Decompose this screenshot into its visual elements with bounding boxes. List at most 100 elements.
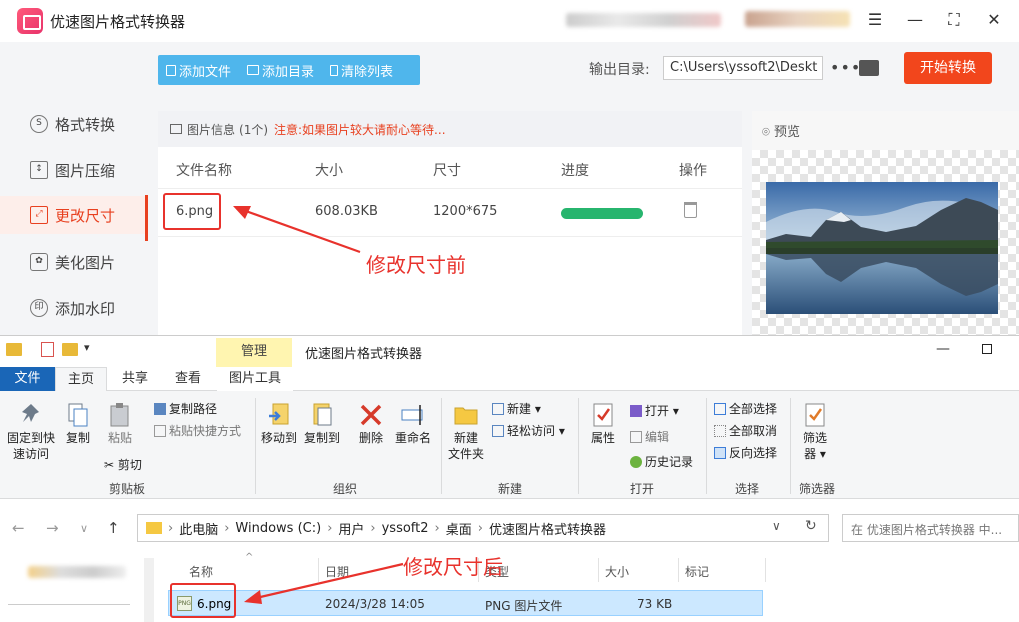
history-button[interactable]: 历史记录 [630,453,693,470]
maximize-icon[interactable] [982,344,992,354]
start-convert-button[interactable]: 开始转换 [904,52,992,84]
sidebar-item-compress[interactable]: ↕ 图片压缩 [0,151,148,189]
delete-icon[interactable] [684,202,697,218]
preview-image [766,182,998,314]
up-icon[interactable]: ↑ [107,519,120,537]
address-dropdown-icon[interactable]: ∨ [772,519,781,533]
copy-path-label: 复制路径 [169,402,218,416]
info-title: 图片信息 [187,122,236,137]
file-dimensions-cell: 1200*675 [433,204,498,219]
new-item-button[interactable]: 新建 ▾ [492,400,541,417]
breadcrumb-current-folder[interactable]: 优速图片格式转换器 [489,519,606,538]
group-select-label: 选择 [734,482,759,496]
col-size[interactable]: 大小 [605,563,629,580]
cut-label: 剪切 [117,458,142,472]
blurred-nav-item [28,566,126,578]
ribbon-separator [578,398,579,494]
paste-shortcut-button[interactable]: 粘贴快捷方式 [154,422,241,439]
sidebar-item-label: 图片压缩 [55,161,116,180]
new-folder-quick-icon[interactable] [62,343,78,356]
maximize-icon[interactable]: ⛶ [941,8,967,32]
tab-file[interactable]: 文件 [0,367,55,391]
select-all-button[interactable]: 全部选择 [714,400,777,417]
edit-button[interactable]: 编辑 [630,428,669,445]
col-header-name: 文件名称 [176,163,232,179]
copy-to-button[interactable]: 复制到 [302,402,342,446]
ribbon-separator [706,398,707,494]
col-header-size: 大小 [315,163,343,179]
rename-label: 重命名 [394,431,431,445]
tab-picture-tools[interactable]: 图片工具 [217,367,294,391]
column-divider[interactable] [765,558,766,582]
forward-icon[interactable]: → [46,519,59,537]
add-directory-button[interactable]: 添加目录 [239,61,322,80]
properties-check-icon[interactable] [41,342,54,357]
tab-home[interactable]: 主页 [55,367,107,391]
delete-button[interactable]: 删除 [354,402,388,446]
quick-access-dropdown-icon[interactable]: ▾ [84,341,90,354]
cut-button[interactable]: ✂ 剪切 [104,456,142,473]
new-folder-button[interactable]: 新建 文件夹 [446,402,486,462]
move-to-button[interactable]: 移动到 [259,402,299,446]
breadcrumb-drive-c[interactable]: Windows (C:) [235,521,321,536]
invert-selection-button[interactable]: 反向选择 [714,444,777,461]
breadcrumb-this-pc[interactable]: 此电脑 [179,519,218,538]
scissors-icon: ✂ [104,458,118,472]
back-icon[interactable]: ← [12,519,25,537]
sidebar-item-format-convert[interactable]: S 格式转换 [0,105,148,143]
resize-icon: ⤢ [30,206,48,224]
chevron-right-icon: › [168,520,174,536]
sidebar-item-watermark[interactable]: 印添加水印 [0,289,148,327]
breadcrumb-desktop[interactable]: 桌面 [446,519,472,538]
preview-label-text: 预览 [773,125,800,140]
minimize-icon[interactable]: — [936,341,950,357]
history-label: 历史记录 [645,455,694,469]
tab-share[interactable]: 共享 [110,367,160,391]
copy-path-icon [154,403,166,415]
info-count: (1个) [239,122,269,137]
pin-quick-access-button[interactable]: 固定到快 速访问 [4,402,58,462]
group-open-label: 打开 [629,482,654,496]
more-options-button[interactable]: ••• [830,58,861,77]
minimize-icon[interactable]: — [902,8,928,32]
column-divider[interactable] [598,558,599,582]
properties-button[interactable]: 属性 [586,402,620,446]
recent-dropdown-icon[interactable]: ∨ [80,522,88,535]
tab-view[interactable]: 查看 [163,367,213,391]
column-divider[interactable] [678,558,679,582]
nav-scrollbar[interactable] [144,558,154,622]
add-file-button[interactable]: 添加文件 [158,61,239,80]
address-bar[interactable]: › 此电脑 › Windows (C:) › 用户 › yssoft2 › 桌面… [137,514,829,542]
open-button[interactable]: 打开 ▾ [630,402,679,419]
breadcrumb-users[interactable]: 用户 [338,519,364,538]
clear-list-label: 清除列表 [341,64,394,80]
clear-list-button[interactable]: 清除列表 [322,61,401,80]
rename-button[interactable]: 重命名 [393,402,433,446]
filter-button[interactable]: 筛选 器 ▾ [798,402,832,462]
select-none-button[interactable]: 全部取消 [714,422,777,439]
menu-icon[interactable]: ☰ [862,8,888,32]
folder-icon [247,65,260,75]
refresh-icon[interactable]: ↻ [805,518,817,534]
sidebar-item-resize[interactable]: ⤢ 更改尺寸 [0,196,148,234]
sidebar-item-label: 美化图片 [55,253,116,272]
open-folder-icon[interactable] [859,60,879,76]
col-header-action: 操作 [679,163,707,179]
output-path-input[interactable]: C:\Users\yssoft2\Deskt [663,56,823,80]
paste-button[interactable]: 粘贴 [103,402,137,446]
close-icon[interactable]: ✕ [981,8,1007,32]
paste-icon [110,403,129,427]
nav-divider [8,604,130,605]
copy-path-button[interactable]: 复制路径 [154,400,217,417]
search-input[interactable]: 在 优速图片格式转换器 中... [842,514,1019,542]
sidebar-item-beautify[interactable]: ✿ 美化图片 [0,243,148,281]
new-item-icon [492,403,504,415]
image-icon [170,124,182,134]
easy-access-button[interactable]: 轻松访问 ▾ [492,422,565,439]
tab-manage[interactable]: 管理 [216,338,292,368]
col-name[interactable]: 名称 [189,563,213,580]
chevron-right-icon: › [224,520,230,536]
copy-button[interactable]: 复制 [62,402,94,446]
breadcrumb-yssoft2[interactable]: yssoft2 [382,521,429,536]
col-tags[interactable]: 标记 [685,563,709,580]
